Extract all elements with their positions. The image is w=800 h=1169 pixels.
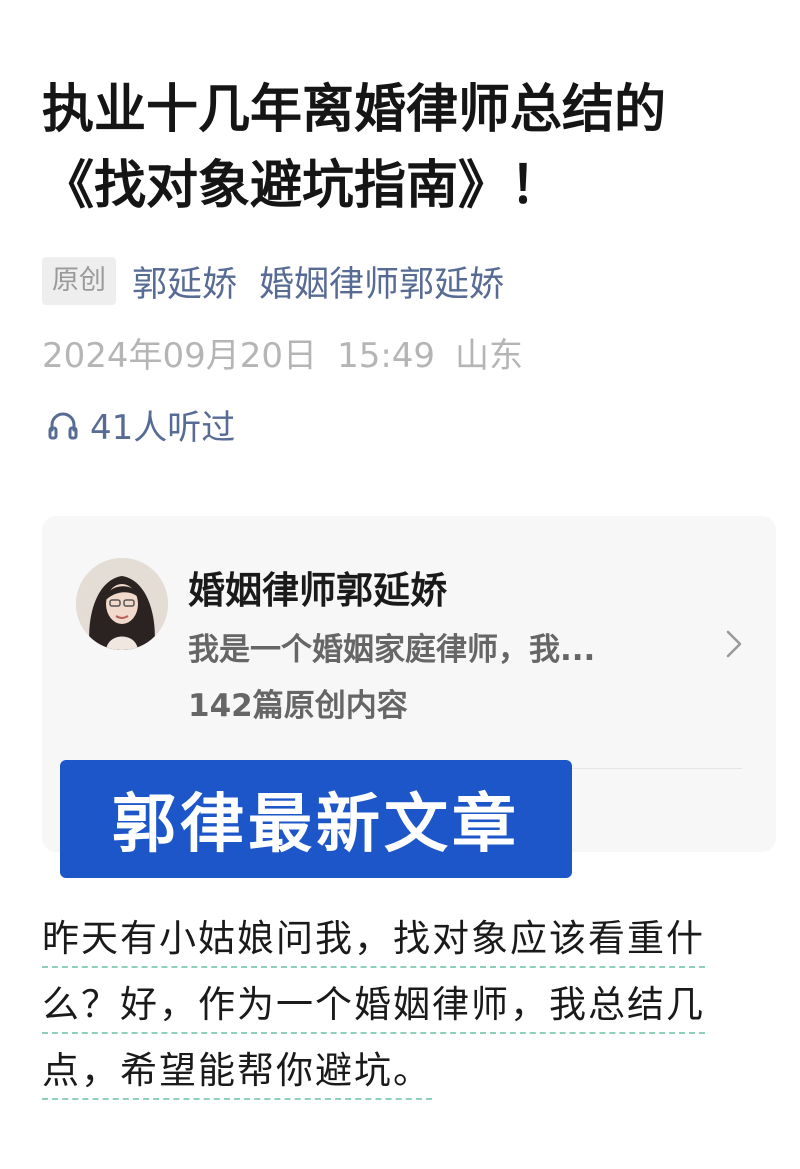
body-line: 昨天有小姑娘问我，找对象应该看重什 [42, 912, 782, 978]
article-title-line-2: 《找对象避坑指南》！ [42, 156, 563, 216]
account-description: 我是一个婚姻家庭律师，我... [188, 632, 596, 668]
publish-time: 15:49 [337, 336, 436, 376]
body-line: 么？好，作为一个婚姻律师，我总结几 [42, 978, 782, 1044]
listen-button[interactable]: 41人听过 [46, 400, 235, 449]
article-meta: 原创 郭延娇 婚姻律师郭延娇 [42, 256, 526, 306]
body-line-text: 点，希望能帮你避坑。 [42, 1049, 432, 1100]
account-article-count: 142篇原创内容 [188, 688, 408, 724]
account-avatar [76, 558, 168, 650]
publish-info: 2024年09月20日 15:49 山东 [42, 328, 543, 377]
article-title-line-1: 执业十几年离婚律师总结的 [42, 80, 667, 140]
publish-location: 山东 [455, 336, 524, 376]
chevron-right-icon[interactable] [714, 624, 754, 664]
headphones-icon [48, 412, 78, 439]
account-link[interactable]: 婚姻律师郭延娇 [259, 256, 504, 307]
account-name: 婚姻律师郭延娇 [188, 569, 447, 612]
article-title: 执业十几年离婚律师总结的 《找对象避坑指南》！ [42, 72, 772, 224]
body-line-text: 么？好，作为一个婚姻律师，我总结几 [42, 983, 705, 1034]
body-line: 点，希望能帮你避坑。 [42, 1044, 782, 1110]
publish-date: 2024年09月20日 [42, 336, 318, 376]
listen-count: 41人听过 [90, 408, 236, 448]
author-link[interactable]: 郭延娇 [132, 256, 237, 307]
original-tag: 原创 [42, 257, 116, 305]
article-body: 昨天有小姑娘问我，找对象应该看重什 么？好，作为一个婚姻律师，我总结几 点，希望… [42, 912, 782, 1110]
latest-articles-banner: 郭律最新文章 [60, 760, 572, 878]
avatar-image [76, 558, 168, 650]
body-line-text: 昨天有小姑娘问我，找对象应该看重什 [42, 917, 705, 968]
